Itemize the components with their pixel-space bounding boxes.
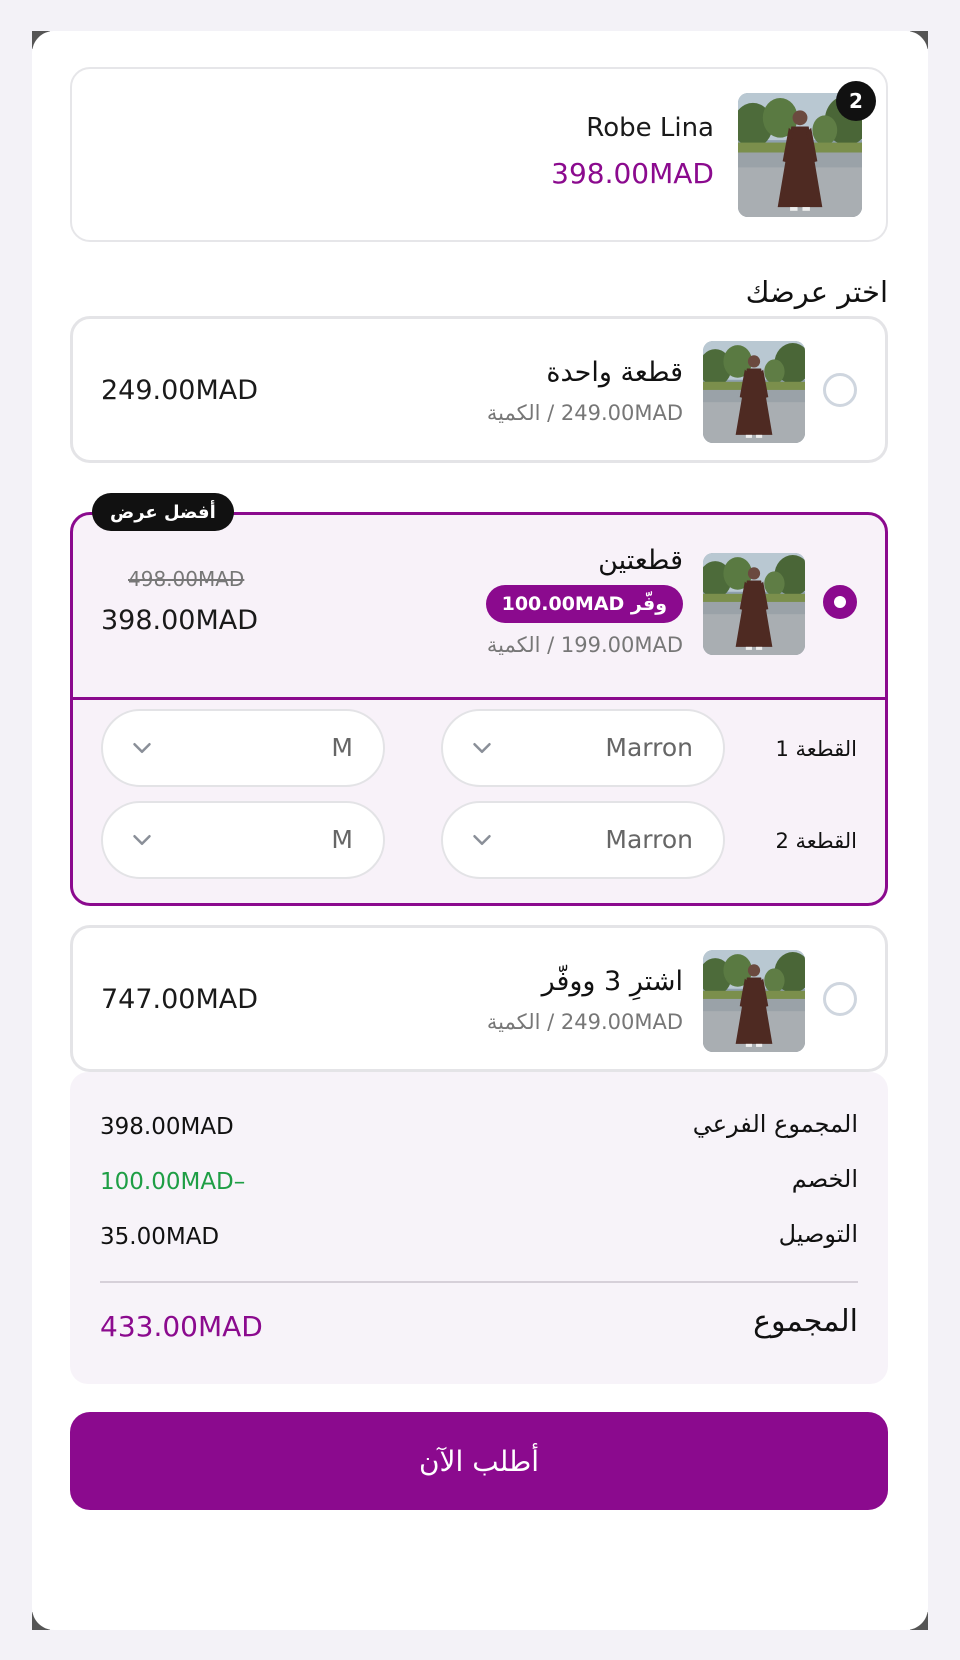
offer-divider [73, 697, 885, 700]
choose-offer-heading: اختر عرضك [745, 275, 888, 309]
quantity-badge: 2 [836, 81, 876, 121]
chevron-down-icon [127, 733, 157, 763]
offer-radio[interactable] [823, 982, 857, 1016]
discount-row: الخصم 100.00MAD– [100, 1165, 858, 1205]
offer-title: قطعتين [598, 545, 683, 576]
best-offer-badge: أفضل عرض [92, 493, 234, 531]
offer-old-price: 498.00MAD [128, 567, 245, 591]
total-value: 433.00MAD [100, 1310, 263, 1343]
offer-unit-price: 199.00MAD / الكمية [486, 633, 683, 657]
discount-value: 100.00MAD– [100, 1169, 246, 1195]
total-label: المجموع [753, 1304, 858, 1339]
offer-image [703, 553, 805, 655]
subtotal-value: 398.00MAD [100, 1114, 234, 1140]
discount-label: الخصم [791, 1165, 858, 1193]
offer-single[interactable]: قطعة واحدة 249.00MAD / الكمية 249.00MAD [70, 316, 888, 463]
variant-label-1: القطعة 1 [775, 737, 857, 761]
offer-unit-price: 249.00MAD / الكمية [486, 401, 683, 425]
offer-title: اشترِ 3 ووفّر [541, 966, 683, 997]
offer-price: 249.00MAD [101, 375, 259, 406]
offer-title: قطعة واحدة [546, 357, 683, 388]
product-summary: 2 Robe Lina 398.00MAD [70, 67, 888, 242]
size-select-1[interactable]: M [101, 709, 385, 787]
offer-radio-selected[interactable] [823, 585, 857, 619]
offer-radio[interactable] [823, 373, 857, 407]
total-row: المجموع 433.00MAD [100, 1304, 858, 1354]
offer-price: 398.00MAD [101, 605, 259, 636]
shipping-row: التوصيل 35.00MAD [100, 1220, 858, 1260]
color-select-1[interactable]: Marron [441, 709, 725, 787]
checkout-card: 2 Robe Lina 398.00MAD اختر عرضك قطعة واح… [32, 31, 928, 1630]
offer-image [703, 341, 805, 443]
size-select-value: M [331, 733, 353, 762]
product-price: 398.00MAD [551, 157, 714, 190]
variant-label-2: القطعة 2 [775, 829, 857, 853]
subtotal-label: المجموع الفرعي [692, 1110, 858, 1138]
size-select-value: M [331, 825, 353, 854]
shipping-label: التوصيل [778, 1220, 858, 1248]
product-name: Robe Lina [586, 113, 714, 143]
color-select-2[interactable]: Marron [441, 801, 725, 879]
order-summary: المجموع الفرعي 398.00MAD الخصم 100.00MAD… [70, 1072, 888, 1384]
order-now-button[interactable]: أطلب الآن [70, 1412, 888, 1510]
color-select-value: Marron [605, 825, 693, 854]
save-badge: وفّر 100.00MAD [485, 585, 683, 623]
offer-unit-price: 249.00MAD / الكمية [486, 1010, 683, 1034]
chevron-down-icon [127, 825, 157, 855]
offer-two-pieces[interactable]: قطعتين وفّر 100.00MAD 199.00MAD / الكمية… [70, 512, 888, 906]
shipping-value: 35.00MAD [100, 1224, 220, 1250]
offer-image [703, 950, 805, 1052]
offer-buy-three[interactable]: اشترِ 3 ووفّر 249.00MAD / الكمية 747.00M… [70, 925, 888, 1072]
size-select-2[interactable]: M [101, 801, 385, 879]
summary-divider [100, 1281, 858, 1283]
chevron-down-icon [467, 825, 497, 855]
color-select-value: Marron [605, 733, 693, 762]
chevron-down-icon [467, 733, 497, 763]
subtotal-row: المجموع الفرعي 398.00MAD [100, 1110, 858, 1150]
offer-price: 747.00MAD [101, 984, 259, 1015]
